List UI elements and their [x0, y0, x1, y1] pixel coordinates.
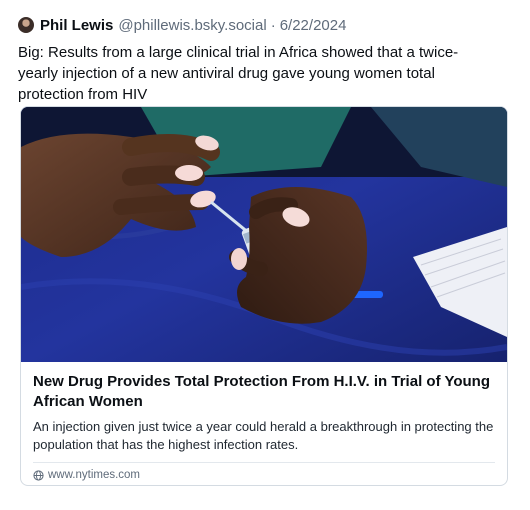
author-display-name[interactable]: Phil Lewis [40, 17, 113, 34]
card-domain[interactable]: www.nytimes.com [48, 469, 140, 481]
author-handle[interactable]: @phillewis.bsky.social [118, 17, 266, 34]
card-body: New Drug Provides Total Protection From … [21, 362, 507, 481]
post-date[interactable]: 6/22/2024 [280, 17, 347, 34]
card-divider [33, 462, 495, 463]
avatar[interactable] [18, 17, 34, 33]
card-domain-row: www.nytimes.com [33, 469, 495, 481]
card-image[interactable] [21, 107, 507, 362]
globe-icon [33, 469, 44, 481]
link-card[interactable]: New Drug Provides Total Protection From … [20, 106, 508, 486]
card-title[interactable]: New Drug Provides Total Protection From … [33, 372, 495, 412]
post[interactable]: Phil Lewis @phillewis.bsky.social · 6/22… [18, 14, 512, 105]
card-description: An injection given just twice a year cou… [33, 419, 494, 452]
post-text: Big: Results from a large clinical trial… [18, 44, 459, 103]
header-separator: · [270, 16, 276, 34]
post-header: Phil Lewis @phillewis.bsky.social · 6/22… [18, 14, 512, 36]
